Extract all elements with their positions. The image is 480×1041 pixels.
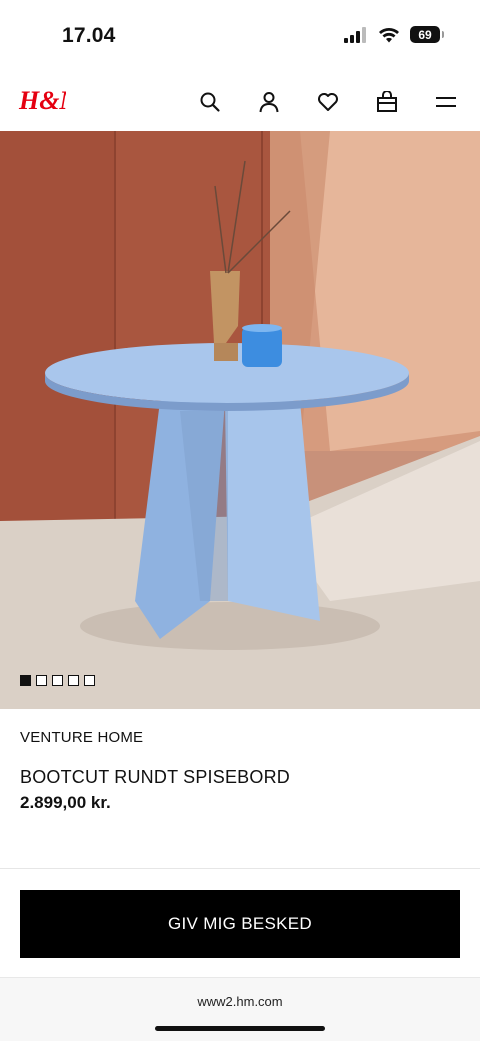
- browser-bar: www2.hm.com: [0, 977, 480, 1041]
- status-icons: 69: [344, 26, 444, 43]
- svg-text:H&M: H&M: [18, 86, 66, 115]
- bag-icon: [377, 91, 397, 112]
- product-name: BOOTCUT RUNDT SPISEBORD: [20, 767, 290, 787]
- search-icon: [200, 92, 220, 112]
- status-time: 17.04: [62, 24, 116, 47]
- product-photo: [0, 131, 480, 709]
- shopping-bag-button[interactable]: [369, 84, 405, 120]
- product-price: 2.899,00 kr.: [20, 793, 111, 812]
- wifi-icon: [379, 27, 399, 42]
- menu-button[interactable]: [428, 84, 464, 120]
- product-image[interactable]: [0, 131, 480, 709]
- carousel-dot[interactable]: [36, 675, 47, 686]
- hm-logo[interactable]: H&M: [18, 82, 66, 118]
- carousel-dot[interactable]: [84, 675, 95, 686]
- account-button[interactable]: [251, 84, 287, 120]
- menu-icon: [436, 97, 456, 107]
- battery-icon: 69: [410, 26, 444, 43]
- site-header: H&M: [0, 72, 480, 130]
- status-bar: 17.04 69: [0, 0, 480, 72]
- favorites-button[interactable]: [310, 84, 346, 120]
- product-brand[interactable]: VENTURE HOME: [20, 729, 143, 746]
- carousel-dot[interactable]: [68, 675, 79, 686]
- carousel-dot[interactable]: [52, 675, 63, 686]
- home-indicator[interactable]: [155, 1026, 325, 1031]
- url-bar[interactable]: www2.hm.com: [0, 994, 480, 1009]
- action-area: GIV MIG BESKED: [0, 868, 480, 976]
- carousel-indicators: [20, 675, 95, 686]
- header-nav: [192, 84, 464, 120]
- carousel-dot[interactable]: [20, 675, 31, 686]
- notify-me-button[interactable]: GIV MIG BESKED: [20, 890, 460, 958]
- signal-icon: [344, 26, 366, 43]
- search-button[interactable]: [192, 84, 228, 120]
- heart-icon: [318, 93, 338, 111]
- battery-level: 69: [418, 27, 432, 42]
- account-icon: [259, 92, 279, 113]
